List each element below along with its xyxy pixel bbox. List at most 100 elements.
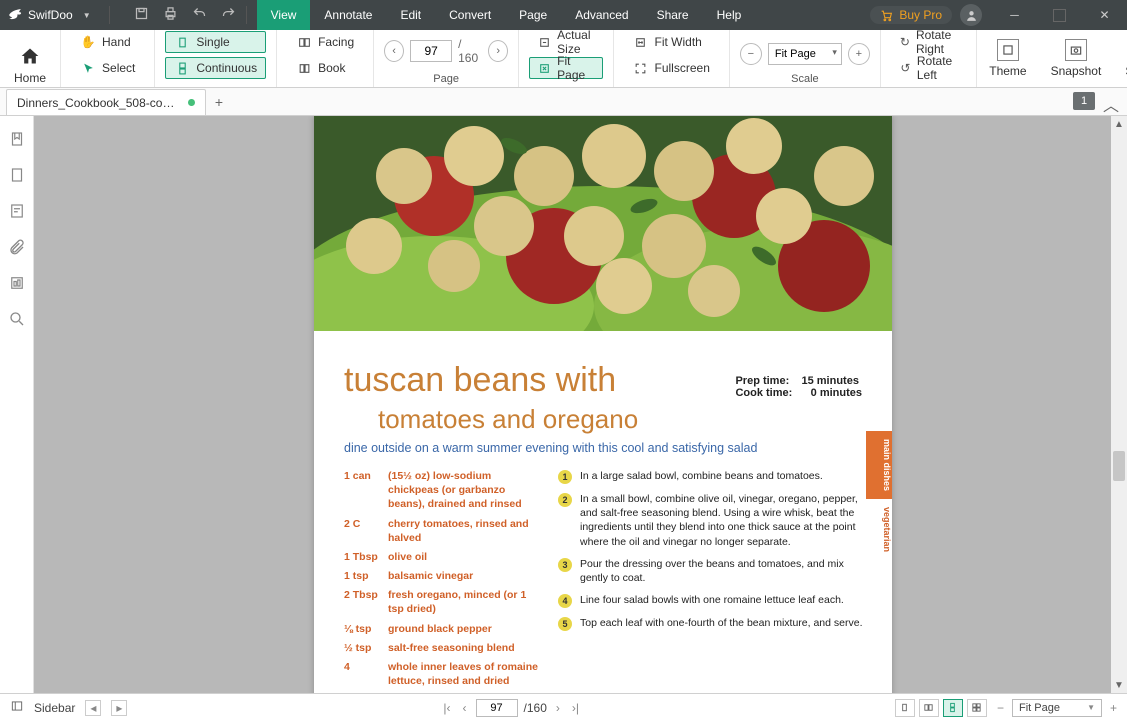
sb-prev-icon[interactable]: ◂ bbox=[85, 700, 101, 716]
ingredient-row: ½ tspsalt-free seasoning blend bbox=[344, 641, 544, 655]
fit-page-icon bbox=[538, 60, 551, 76]
document-tab[interactable]: Dinners_Cookbook_508-compl... bbox=[6, 89, 206, 115]
menu-convert[interactable]: Convert bbox=[435, 0, 505, 30]
prev-page-icon[interactable]: ‹ bbox=[460, 701, 470, 715]
view-grid-icon[interactable] bbox=[967, 699, 987, 717]
annotations-icon[interactable] bbox=[8, 202, 26, 220]
continuous-icon bbox=[174, 60, 190, 76]
fit-page[interactable]: Fit Page bbox=[529, 57, 602, 79]
view-continuous-icon[interactable] bbox=[943, 699, 963, 717]
hand-tool[interactable]: ✋Hand bbox=[71, 31, 144, 53]
search-icon[interactable] bbox=[8, 310, 26, 328]
continuous-view[interactable]: Continuous bbox=[165, 57, 266, 79]
facing-icon bbox=[296, 34, 312, 50]
maximize-button[interactable] bbox=[1037, 0, 1082, 30]
facing-view[interactable]: Facing bbox=[287, 31, 363, 53]
print-icon[interactable] bbox=[163, 6, 178, 24]
buy-pro-button[interactable]: Buy Pro bbox=[870, 6, 952, 24]
canvas[interactable]: Prep time: 15 minutes Cook time: 0 minut… bbox=[34, 116, 1127, 693]
scroll-down-icon[interactable]: ▼ bbox=[1111, 677, 1127, 693]
user-icon bbox=[965, 9, 978, 22]
slideshow-button[interactable]: Slideshow bbox=[1113, 30, 1127, 87]
zoom-select[interactable]: Fit Page▼ bbox=[1012, 699, 1102, 717]
zoom-out-icon[interactable]: − bbox=[997, 701, 1004, 715]
status-page-total: /160 bbox=[524, 701, 547, 715]
single-page-icon bbox=[174, 34, 190, 50]
bookmarks-icon[interactable] bbox=[8, 130, 26, 148]
theme-button[interactable]: Theme bbox=[977, 30, 1038, 87]
home-button[interactable]: Home bbox=[0, 30, 61, 87]
app-logo[interactable]: SwifDoo ▼ bbox=[0, 8, 99, 22]
book-view[interactable]: Book bbox=[287, 57, 363, 79]
fullscreen-icon bbox=[633, 60, 649, 76]
ingredient-row: 2 Tbspfresh oregano, minced (or 1 tsp dr… bbox=[344, 588, 544, 616]
ingredient-row: ⅛ tspground black pepper bbox=[344, 622, 544, 636]
prev-page-button[interactable]: ‹ bbox=[384, 40, 404, 62]
rotate-left-icon: ↺ bbox=[900, 60, 911, 76]
ingredient-row: 4whole inner leaves of romaine lettuce, … bbox=[344, 660, 544, 688]
fullscreen[interactable]: Fullscreen bbox=[624, 57, 719, 79]
single-page-view[interactable]: Single bbox=[165, 31, 266, 53]
cursor-icon bbox=[80, 60, 96, 76]
app-name: SwifDoo bbox=[28, 8, 73, 22]
zoom-out-button[interactable]: − bbox=[740, 43, 762, 65]
zoom-in-button[interactable]: + bbox=[848, 43, 870, 65]
redo-icon[interactable] bbox=[221, 6, 236, 24]
close-button[interactable]: ✕ bbox=[1082, 0, 1127, 30]
bird-icon bbox=[8, 8, 22, 22]
tab-title: Dinners_Cookbook_508-compl... bbox=[17, 96, 182, 110]
left-sidebar bbox=[0, 116, 34, 693]
view-facing-icon[interactable] bbox=[919, 699, 939, 717]
vertical-scrollbar[interactable]: ▲ ▼ bbox=[1111, 116, 1127, 693]
snapshot-icon bbox=[1065, 39, 1087, 61]
user-avatar[interactable] bbox=[960, 4, 982, 26]
tab-bar: Dinners_Cookbook_508-compl... + 1 ︿ bbox=[0, 88, 1127, 116]
next-page-button[interactable]: › bbox=[488, 40, 508, 62]
menu-edit[interactable]: Edit bbox=[386, 0, 435, 30]
first-page-icon[interactable]: |‹ bbox=[440, 701, 453, 715]
zoom-in-icon[interactable]: + bbox=[1110, 701, 1117, 715]
actual-size-icon bbox=[538, 34, 551, 50]
rotate-right[interactable]: ↻Rotate Right bbox=[891, 31, 966, 53]
sb-next-icon[interactable]: ▸ bbox=[111, 700, 127, 716]
fit-width-icon bbox=[633, 34, 649, 50]
recipe-photo bbox=[314, 116, 892, 331]
snapshot-button[interactable]: Snapshot bbox=[1039, 30, 1114, 87]
scroll-thumb[interactable] bbox=[1113, 451, 1125, 481]
page-total: / 160 bbox=[458, 37, 482, 65]
page-input[interactable] bbox=[410, 40, 452, 62]
sidebar-label[interactable]: Sidebar bbox=[34, 701, 75, 715]
thumbnails-icon[interactable] bbox=[8, 166, 26, 184]
step-row: 5Top each leaf with one-fourth of the be… bbox=[558, 616, 864, 631]
next-page-icon[interactable]: › bbox=[553, 701, 563, 715]
status-bar: Sidebar ◂ ▸ |‹ ‹ /160 › ›| − Fit Page▼ + bbox=[0, 693, 1127, 721]
actual-size[interactable]: Actual Size bbox=[529, 31, 602, 53]
new-tab-button[interactable]: + bbox=[206, 89, 232, 115]
rotate-left[interactable]: ↺Rotate Left bbox=[891, 57, 966, 79]
tab-count-badge[interactable]: 1 bbox=[1073, 92, 1095, 110]
scale-select[interactable] bbox=[768, 43, 842, 65]
view-single-icon[interactable] bbox=[895, 699, 915, 717]
recipe-title-2: tomatoes and oregano bbox=[378, 404, 864, 435]
status-page-input[interactable] bbox=[476, 699, 518, 717]
app-menu-dropdown-icon[interactable]: ▼ bbox=[83, 11, 91, 20]
sidebar-toggle-icon[interactable] bbox=[10, 699, 24, 716]
undo-icon[interactable] bbox=[192, 6, 207, 24]
pdf-page: Prep time: 15 minutes Cook time: 0 minut… bbox=[314, 116, 892, 693]
select-tool[interactable]: Select bbox=[71, 57, 144, 79]
ingredient-row: 2 Ccherry tomatoes, rinsed and halved bbox=[344, 517, 544, 545]
minimize-button[interactable]: ─ bbox=[992, 0, 1037, 30]
book-icon bbox=[296, 60, 312, 76]
cook-times: Prep time: 15 minutes Cook time: 0 minut… bbox=[735, 375, 862, 399]
scroll-up-icon[interactable]: ▲ bbox=[1111, 116, 1127, 132]
save-icon[interactable] bbox=[134, 6, 149, 24]
step-row: 1In a large salad bowl, combine beans an… bbox=[558, 469, 864, 484]
last-page-icon[interactable]: ›| bbox=[569, 701, 582, 715]
ingredient-row: 1 Tbspolive oil bbox=[344, 550, 544, 564]
form-icon[interactable] bbox=[8, 274, 26, 292]
ingredients-list: 1 can(15½ oz) low-sodium chickpeas (or g… bbox=[344, 469, 544, 693]
attachments-icon[interactable] bbox=[8, 238, 26, 256]
fit-width[interactable]: Fit Width bbox=[624, 31, 719, 53]
collapse-ribbon-icon[interactable]: ︿ bbox=[1103, 92, 1119, 116]
ingredient-row: 1 can(15½ oz) low-sodium chickpeas (or g… bbox=[344, 469, 544, 512]
